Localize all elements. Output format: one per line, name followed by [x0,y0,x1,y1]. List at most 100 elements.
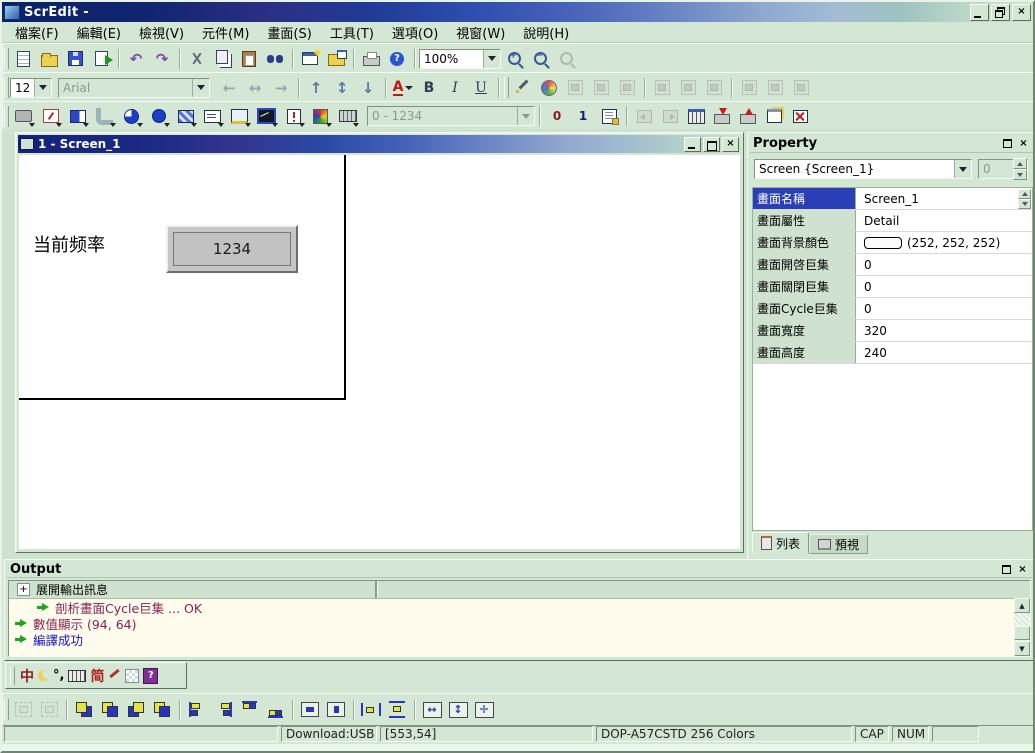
ime-punctuation-toggle[interactable]: °, [53,668,64,683]
menu-view[interactable]: 檢視(V) [130,22,193,43]
restore-button[interactable] [991,4,1010,21]
property-value-height[interactable]: 240 [856,342,1032,363]
toolbar-grip[interactable] [4,77,9,98]
new-file-button[interactable] [10,47,36,71]
help-button[interactable]: ? [384,47,410,71]
group-button[interactable] [10,698,36,722]
previous-screen-button[interactable] [631,104,657,128]
shape-style-3-button[interactable] [788,76,814,100]
ime-simplified-toggle[interactable]: 简 [90,666,104,686]
cut-button[interactable] [184,47,210,71]
align-left-button[interactable] [184,698,210,722]
shape-style-1-button[interactable] [736,76,762,100]
output-close-button[interactable]: × [1016,563,1029,575]
flip-vertical-button[interactable] [614,76,640,100]
titlebar[interactable]: ScrEdit - × [2,2,1033,22]
italic-button[interactable]: I [442,76,468,100]
menu-file[interactable]: 檔案(F) [6,22,68,43]
property-label-open-macro[interactable]: 畫面開啓巨集 [753,254,856,275]
output-maximize-button[interactable] [1000,563,1013,575]
keypad-element-button[interactable] [334,104,361,128]
align-top-button[interactable] [236,698,262,722]
property-value-attribute[interactable]: Detail [856,210,1032,231]
alarm-element-button[interactable] [280,104,307,128]
property-label-height[interactable]: 畫面高度 [753,342,856,363]
state-0-button[interactable]: 0 [544,104,570,128]
property-label-cycle-macro[interactable]: 畫面Cycle巨集 [753,298,856,319]
download-screen-button[interactable] [709,104,735,128]
property-object-combobox[interactable]: Screen {Screen_1} [754,159,972,179]
print-button[interactable] [358,47,384,71]
bar-element-button[interactable] [64,104,91,128]
font-color-button[interactable]: A [390,76,416,100]
send-backward-button[interactable] [149,698,175,722]
new-screen-button[interactable] [297,47,323,71]
address-dropdown-button[interactable] [517,107,534,125]
menu-options[interactable]: 選項(O) [383,22,447,43]
document-minimize-button[interactable] [684,137,701,152]
output-header-row[interactable]: + 展開輸出訊息 [9,581,1030,599]
zoom-dropdown-button[interactable] [483,50,500,68]
next-screen-button[interactable] [657,104,683,128]
upload-button[interactable] [735,104,761,128]
menu-element[interactable]: 元件(M) [193,22,258,43]
middle-text-button[interactable]: ↕ [329,76,355,100]
menu-edit[interactable]: 編輯(E) [68,22,130,43]
address-combobox[interactable]: 0 - 1234 [367,106,535,126]
frame-style-2-button[interactable] [675,76,701,100]
property-label-width[interactable]: 畫面寬度 [753,320,856,341]
frame-style-3-button[interactable] [701,76,727,100]
rectangle-element-button[interactable] [172,104,199,128]
toolbar-grip[interactable] [4,48,9,69]
spinner-up-button[interactable] [1013,158,1027,169]
pie-element-button[interactable] [118,104,145,128]
simulate-button[interactable] [761,104,787,128]
toolbar-grip[interactable] [4,106,9,127]
color-swatch[interactable] [864,237,902,249]
zoom-out-button[interactable]: − [527,47,553,71]
paste-button[interactable] [236,47,262,71]
ime-fullwidth-icon[interactable] [38,670,49,681]
property-close-button[interactable]: × [1017,138,1030,150]
tab-list[interactable]: 列表 [752,532,809,554]
output-message[interactable]: 編譯成功 [9,631,1030,647]
open-file-button[interactable] [36,47,62,71]
ime-handwriting-icon[interactable] [108,669,121,682]
ime-keyboard-icon[interactable] [68,670,86,682]
compile-button[interactable] [683,104,709,128]
output-titlebar[interactable]: Output × [7,561,1032,578]
document-maximize-button[interactable] [703,137,720,152]
bring-forward-button[interactable] [123,698,149,722]
meter-element-button[interactable] [37,104,64,128]
close-screen-button[interactable] [787,104,813,128]
scroll-thumb[interactable] [1014,626,1030,640]
font-name-combobox[interactable]: Arial [58,78,210,98]
space-down-button[interactable] [384,698,410,722]
property-value-width[interactable]: 320 [856,320,1032,341]
align-bottom-text-button[interactable]: ↓ [355,76,381,100]
font-size-combobox[interactable]: 12 [10,78,52,98]
center-horizontal-button[interactable] [297,698,323,722]
redo-button[interactable]: ↷ [149,47,175,71]
button-element-button[interactable] [10,104,37,128]
property-maximize-button[interactable] [1001,138,1014,150]
menu-help[interactable]: 說明(H) [514,22,578,43]
copy-button[interactable] [210,47,236,71]
flip-horizontal-button[interactable] [588,76,614,100]
expand-icon[interactable]: + [17,583,30,596]
undo-button[interactable]: ↶ [123,47,149,71]
property-label-name[interactable]: 畫面名稱 [753,188,856,209]
property-label-attribute[interactable]: 畫面屬性 [753,210,856,231]
zoom-combobox[interactable]: 100% [419,49,501,69]
zoom-tool-button[interactable] [553,47,579,71]
indicator-element-button[interactable] [145,104,172,128]
space-across-button[interactable] [358,698,384,722]
property-spinner[interactable]: 0 [978,159,1028,179]
column-divider[interactable] [375,581,377,598]
fill-color-button[interactable] [536,76,562,100]
property-value-name[interactable]: Screen_1 [856,188,1032,209]
zoom-in-button[interactable]: + [501,47,527,71]
toolbar-grip[interactable] [10,667,15,685]
hmi-text-label[interactable]: 当前频率 [33,231,105,257]
property-label-bgcolor[interactable]: 畫面背景顏色 [753,232,856,253]
